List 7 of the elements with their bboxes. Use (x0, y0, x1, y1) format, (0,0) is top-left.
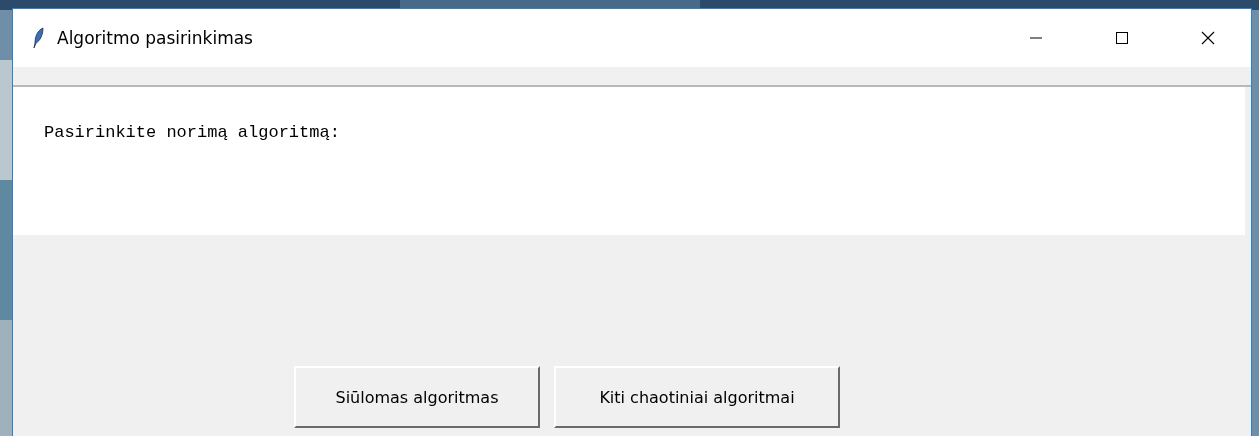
feather-icon (33, 27, 45, 49)
window-title: Algoritmo pasirinkimas (57, 28, 253, 48)
suggested-algorithm-button[interactable]: Siūlomas algoritmas (294, 366, 540, 428)
other-algorithms-button[interactable]: Kiti chaotiniai algoritmai (554, 366, 840, 428)
close-icon (1201, 31, 1215, 45)
maximize-icon (1115, 31, 1129, 45)
prompt-text: Pasirinkite norimą algoritmą: (44, 123, 340, 142)
